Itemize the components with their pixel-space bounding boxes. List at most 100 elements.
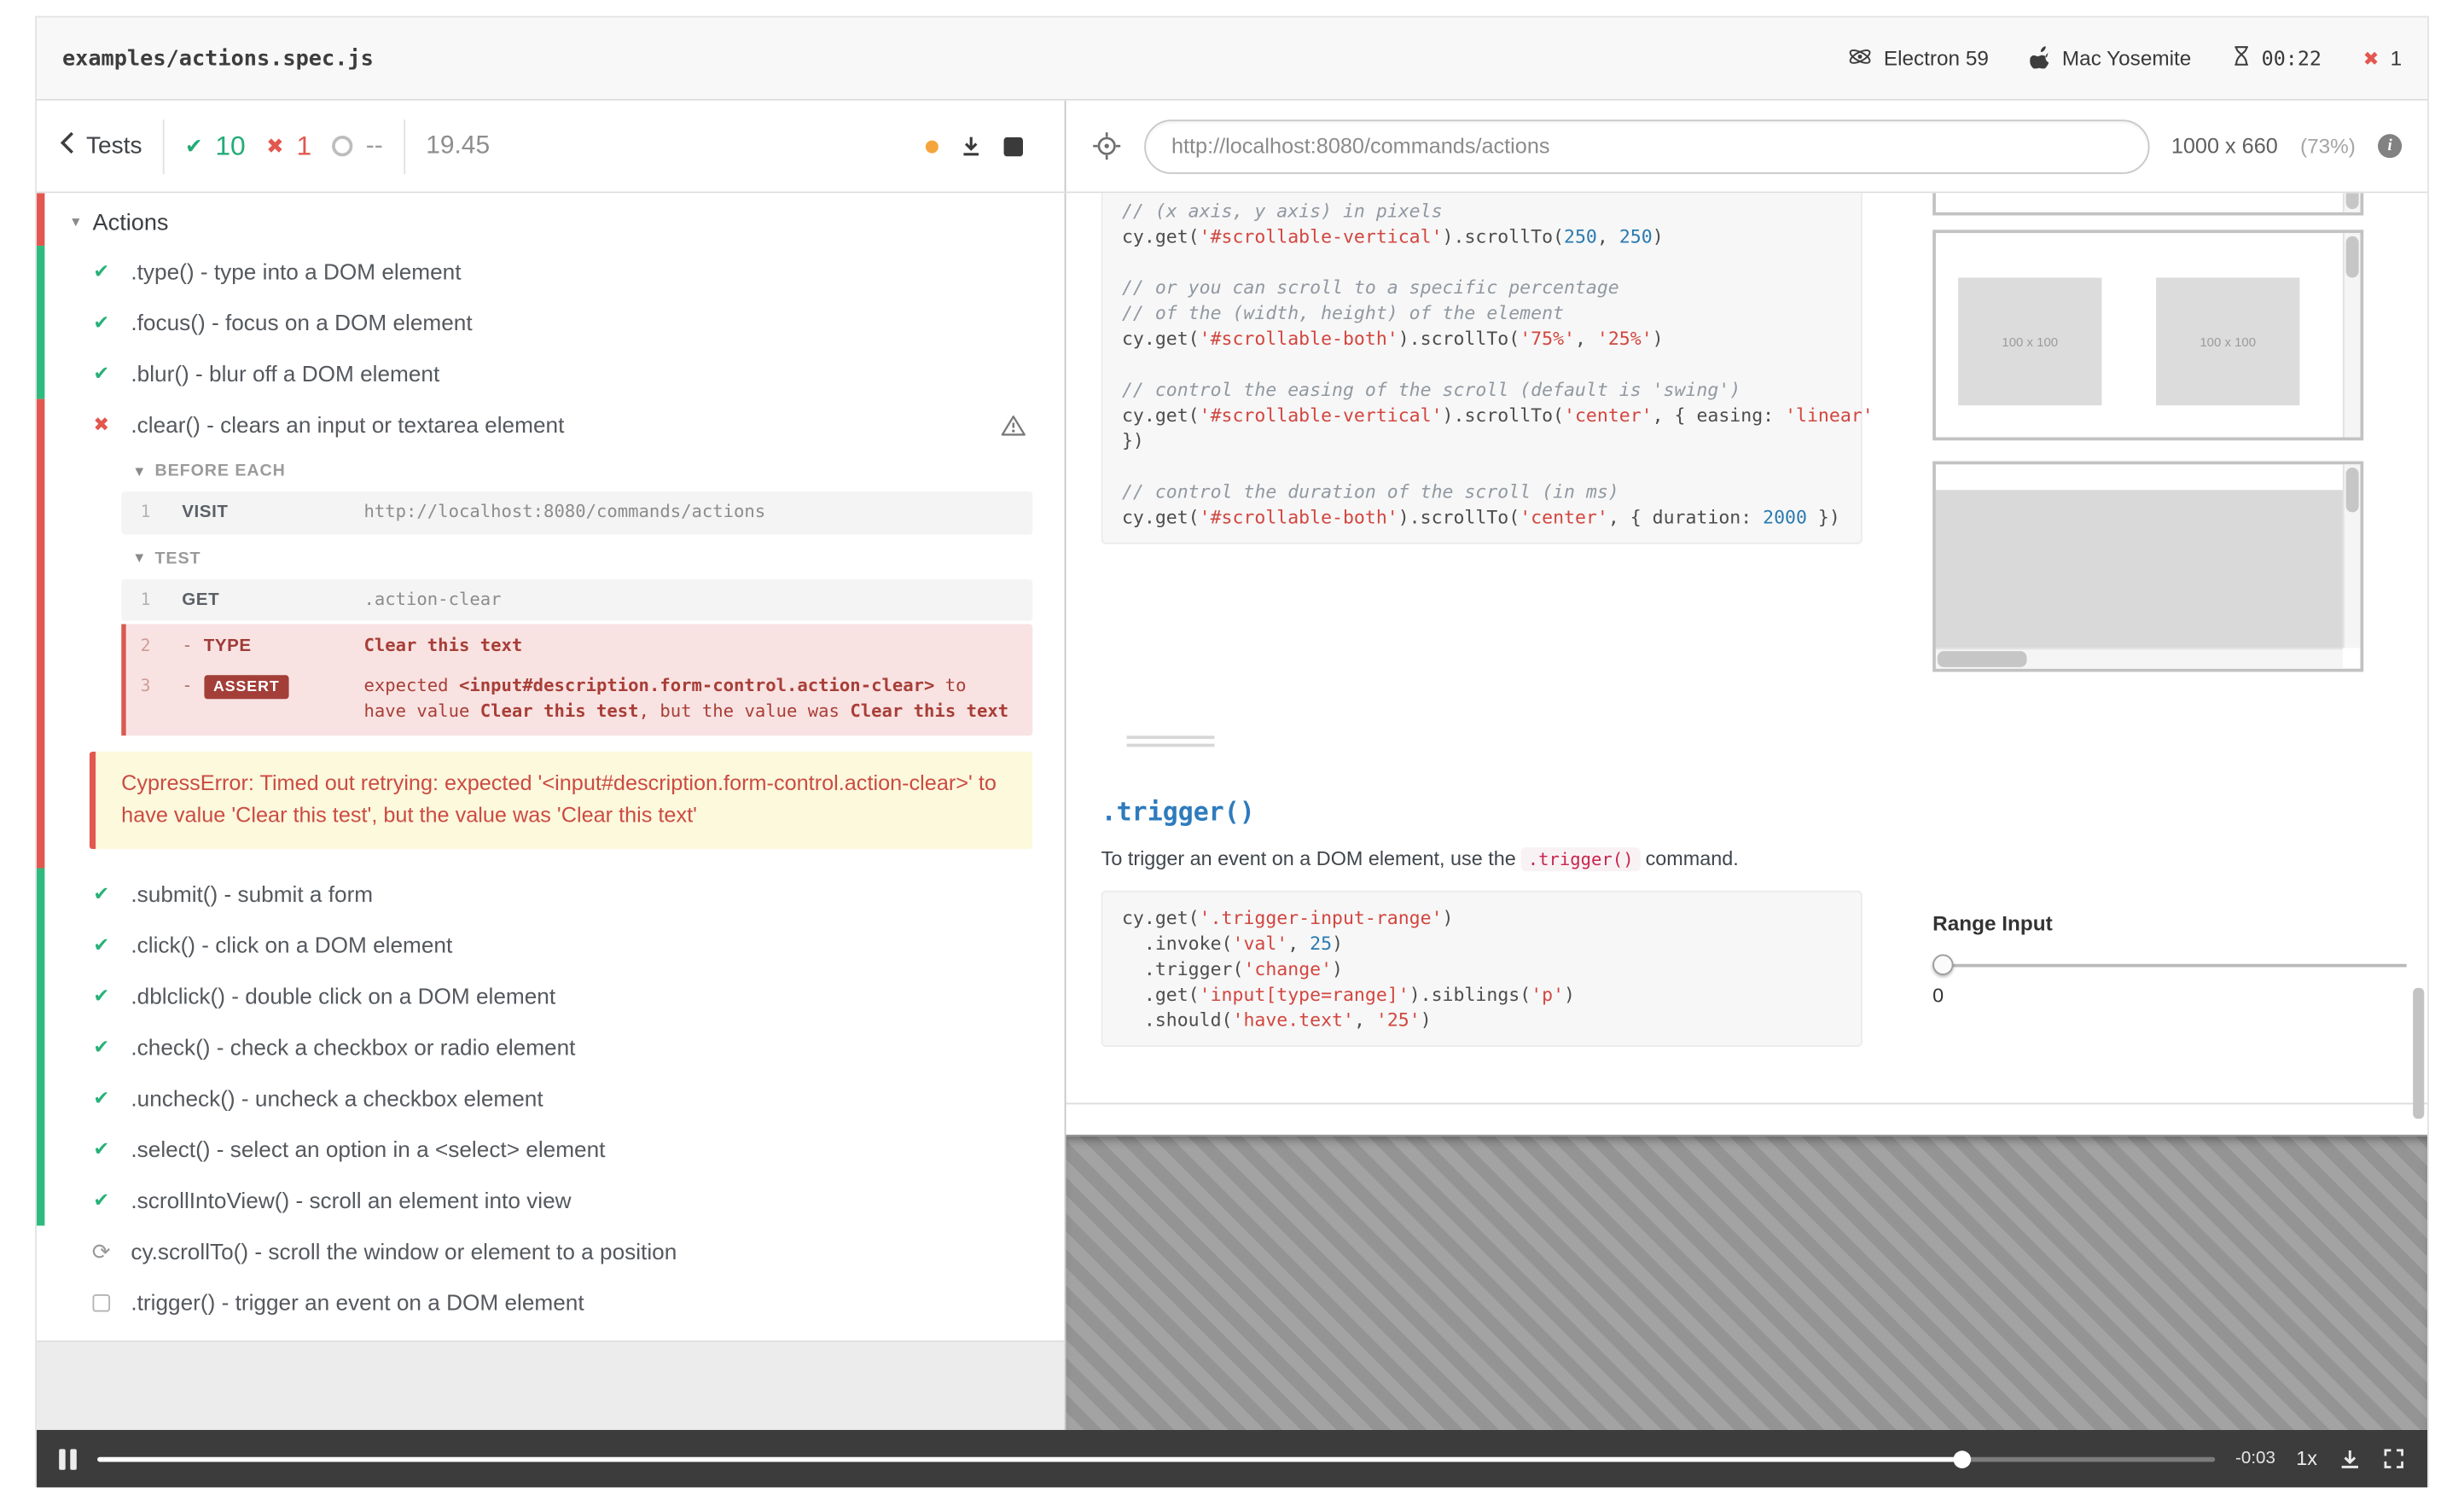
failed-test-block: ✖ .clear() - clears an input or textarea… (37, 398, 1065, 869)
scrollbar-thumb[interactable] (2345, 468, 2359, 513)
test-row[interactable]: ✔ .check() - check a checkbox or radio el… (44, 1022, 1064, 1073)
before-each-section[interactable]: ▾ BEFORE EACH (44, 450, 1064, 488)
browser-label: Electron 59 (1883, 46, 1989, 71)
failed-test-row[interactable]: ✖ .clear() - clears an input or textarea… (44, 399, 1064, 450)
failure-count: 1 (2390, 46, 2403, 71)
pending-test-row[interactable]: .trigger() - trigger an event on a DOM e… (44, 1277, 1064, 1328)
command-name: VISIT (182, 503, 229, 522)
browser-info[interactable]: Electron 59 (1849, 44, 1989, 73)
page-divider (1066, 1102, 2428, 1105)
pending-count: -- (365, 131, 383, 160)
check-icon: ✔ (93, 985, 110, 1008)
command-number: 1 (140, 590, 151, 609)
scrollbar-thumb[interactable] (2345, 193, 2359, 210)
suite-block: ▾ Actions (37, 193, 1065, 247)
url-bar[interactable]: http://localhost:8080/commands/actions (1144, 119, 2149, 173)
command-row-visit[interactable]: 1 VISIT http://localhost:8080/commands/a… (121, 491, 1033, 534)
test-row[interactable]: ✔ .dblclick() - double click on a DOM ele… (44, 971, 1064, 1022)
command-number: 1 (140, 503, 151, 522)
pause-button[interactable] (59, 1448, 77, 1469)
command-number: 2 (140, 636, 151, 656)
aut-page: // (x axis, y axis) in pixels cy.get('#s… (1066, 193, 2428, 1135)
test-row[interactable]: ✔ .type() - type into a DOM element (44, 246, 1064, 297)
test-row[interactable]: ✔ .submit() - submit a form (44, 869, 1064, 920)
running-test-row[interactable]: ⟳ cy.scrollTo() - scroll the window or e… (44, 1226, 1064, 1277)
range-input-label: Range Input (1932, 911, 2053, 936)
reporter-toolbar: Tests ✔ 10 ✖ 1 -- 19.45 (37, 100, 1066, 192)
test-row[interactable]: ✔ .blur() - blur off a DOM element (44, 348, 1064, 399)
code-line: cy.get('#scrollable-both').scrollTo('cen… (1121, 505, 1840, 529)
scrollbar-track[interactable] (2342, 464, 2361, 648)
os-label: Mac Yosemite (2061, 46, 2192, 71)
command-row-assert[interactable]: 3 - ASSERT expected <input#description.f… (126, 666, 1032, 732)
aut-toolbar: http://localhost:8080/commands/actions 1… (1066, 101, 2427, 192)
command-message: .action-clear (363, 588, 502, 609)
playback-rate[interactable]: 1x (2296, 1448, 2317, 1470)
code-line: // or you can scroll to a specific perce… (1121, 276, 1619, 299)
video-player-bar: -0:03 1x (37, 1429, 2428, 1488)
scrollbar-track[interactable] (2342, 193, 2361, 212)
trigger-section-description: To trigger an event on a DOM element, us… (1101, 847, 1739, 872)
test-title: .blur() - blur off a DOM element (131, 360, 440, 387)
scrollable-both-box[interactable] (1932, 461, 2364, 672)
failure-count-badge: ✖ 1 (2363, 46, 2402, 70)
passed-stat[interactable]: ✔ 10 (185, 130, 246, 161)
progress-bar[interactable] (97, 1450, 2215, 1468)
remaining-time: -0:03 (2235, 1449, 2275, 1468)
demo-fill (1935, 490, 2343, 648)
suite-title: Actions (92, 210, 169, 236)
pending-stat[interactable]: -- (332, 131, 383, 160)
code-line: // control the easing of the scroll (def… (1121, 378, 1741, 401)
failed-x-icon: ✖ (2362, 47, 2380, 70)
progress-knob[interactable] (1952, 1450, 1971, 1468)
autoscroll-toggle-button[interactable] (959, 134, 983, 158)
test-title: .uncheck() - uncheck a checkbox element (131, 1085, 543, 1112)
test-row[interactable]: ✔ .scrollIntoView() - scroll an element i… (44, 1175, 1064, 1226)
trigger-section-heading[interactable]: .trigger() (1101, 796, 1255, 827)
back-to-tests-button[interactable]: Tests (59, 131, 142, 161)
child-command-dash: - (182, 674, 193, 695)
slider-knob[interactable] (1932, 954, 1954, 975)
control-toolbar: Tests ✔ 10 ✖ 1 -- 19.45 http://localhost… (37, 100, 2428, 194)
test-row[interactable]: ✔ .uncheck() - uncheck a checkbox element (44, 1073, 1064, 1125)
test-row[interactable]: ✔ .focus() - focus on a DOM element (44, 297, 1064, 348)
cypress-runner-window: examples/actions.spec.js Electron 59 Mac… (35, 15, 2429, 1488)
section-divider (1126, 735, 1215, 747)
scrollable-horizontal-box[interactable]: 100 x 100 100 x 100 (1932, 230, 2364, 441)
viewport-info-icon[interactable]: i (2378, 134, 2403, 159)
selector-playground-button[interactable] (1091, 131, 1122, 161)
demo-square: 100 x 100 (1958, 277, 2102, 406)
hourglass-icon (2233, 44, 2251, 72)
fullscreen-icon[interactable] (2383, 1448, 2405, 1470)
code-line: // control the duration of the scroll (i… (1121, 480, 1619, 503)
scrollbar-thumb[interactable] (1937, 651, 2027, 667)
aut-scrollbar-thumb[interactable] (2413, 987, 2425, 1119)
spec-meta: Electron 59 Mac Yosemite 00:22 ✖ 1 (1849, 44, 2402, 73)
back-label: Tests (86, 132, 142, 160)
suite-header-actions[interactable]: ▾ Actions (44, 193, 1064, 246)
spinner-icon: ⟳ (91, 1239, 111, 1265)
viewport-size: 1000 x 660 (2171, 134, 2278, 159)
check-icon: ✔ (93, 883, 110, 906)
test-row[interactable]: ✔ .select() - select an option in a <sele… (44, 1124, 1064, 1175)
scrollable-box-partial[interactable] (1932, 193, 2364, 216)
failed-stat[interactable]: ✖ 1 (266, 130, 311, 161)
command-row-get[interactable]: 1 GET .action-clear (121, 578, 1033, 621)
command-row-type[interactable]: 2 - TYPE Clear this text (126, 627, 1032, 666)
scrollbar-track[interactable] (2342, 233, 2361, 438)
viewport-scale: (73%) (2299, 134, 2356, 159)
code-line: .invoke('val', 25) (1121, 932, 1344, 955)
range-value: 0 (1932, 985, 1944, 1008)
download-icon[interactable] (2338, 1447, 2362, 1471)
scrollbar-track[interactable] (1935, 648, 2343, 669)
scrollbar-thumb[interactable] (2345, 235, 2359, 278)
range-slider[interactable] (1932, 954, 2407, 977)
check-icon: ✔ (93, 1138, 110, 1161)
stop-button[interactable] (1003, 136, 1023, 156)
test-row[interactable]: ✔ .click() - click on a DOM element (44, 920, 1064, 971)
reporter-empty-area (37, 1340, 1065, 1430)
test-body-section[interactable]: ▾ TEST (44, 537, 1064, 575)
test-title: .clear() - clears an input or textarea e… (131, 411, 565, 438)
